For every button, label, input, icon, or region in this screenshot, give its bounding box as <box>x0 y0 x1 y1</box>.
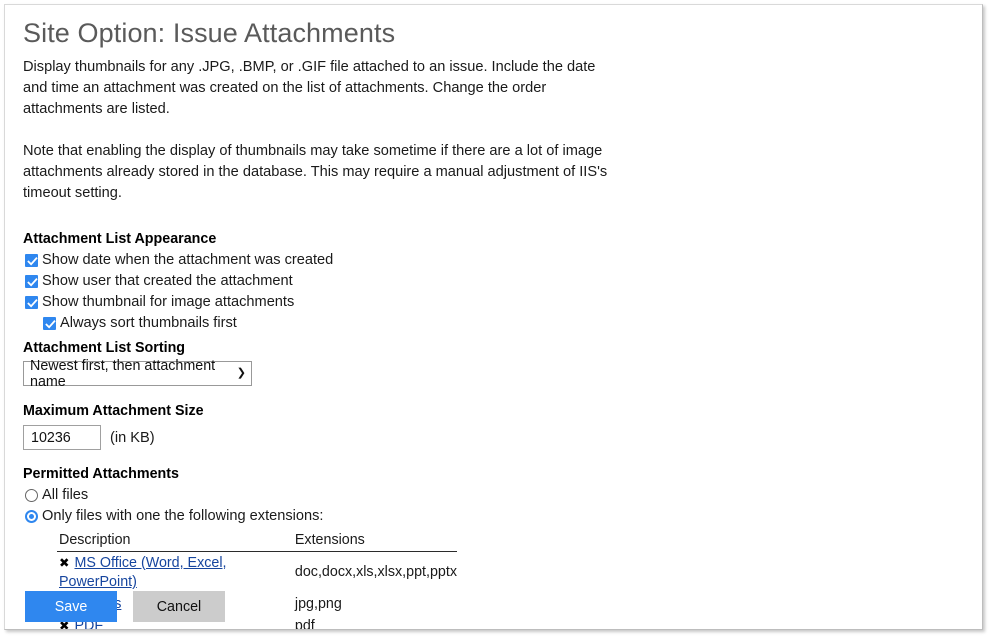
section-heading-max-size: Maximum Attachment Size <box>23 403 204 419</box>
cancel-button[interactable]: Cancel <box>133 591 225 622</box>
dialog-window: Site Option: Issue Attachments Display t… <box>4 4 983 630</box>
save-button[interactable]: Save <box>25 591 117 622</box>
dialog-content: Site Option: Issue Attachments Display t… <box>21 17 972 629</box>
checkbox-row-show-date[interactable]: Show date when the attachment was create… <box>25 251 972 269</box>
check-icon <box>45 319 56 329</box>
max-size-unit-label: (in KB) <box>110 429 155 446</box>
attachment-sort-selected-value: Newest first, then attachment name <box>30 357 216 390</box>
extension-list-value: jpg,png <box>294 595 342 612</box>
table-row: ✖ MS Office (Word, Excel, PowerPoint) doc… <box>57 552 457 594</box>
section-heading-appearance: Attachment List Appearance <box>23 231 217 247</box>
intro-paragraph-1: Display thumbnails for any .JPG, .BMP, o… <box>23 59 596 117</box>
checkbox-row-sort-thumbnails-first[interactable]: Always sort thumbnails first <box>43 314 972 332</box>
attachment-sort-select[interactable]: Newest first, then attachment name ❯ <box>23 358 252 390</box>
radio-row-all-files[interactable]: All files <box>25 486 972 504</box>
section-heading-sorting: Attachment List Sorting <box>23 340 186 356</box>
button-bar: Save Cancel <box>25 591 225 622</box>
extension-group-link[interactable]: MS Office (Word, Excel, PowerPoint) <box>59 555 227 590</box>
extension-list-value: pdf <box>294 617 315 630</box>
radio-all-files[interactable] <box>25 488 38 502</box>
checkbox-label-show-date: Show date when the attachment was create… <box>42 252 334 268</box>
radio-row-only-extensions[interactable]: Only files with one the following extens… <box>25 507 972 525</box>
intro-paragraph-2: Note that enabling the display of thumbn… <box>23 143 608 201</box>
section-heading-permitted: Permitted Attachments <box>23 466 179 482</box>
check-icon <box>27 277 38 287</box>
radio-label-all-files: All files <box>42 487 89 503</box>
page-title: Site Option: Issue Attachments <box>23 18 396 48</box>
column-header-description: Description <box>57 532 289 552</box>
radio-label-only-extensions: Only files with one the following extens… <box>42 508 324 524</box>
checkbox-label-sort-thumbnails-first: Always sort thumbnails first <box>60 315 237 331</box>
checkbox-sort-thumbnails-first[interactable] <box>43 316 56 330</box>
max-attachment-size-input[interactable] <box>23 425 101 450</box>
chevron-down-icon: ❯ <box>236 367 246 379</box>
check-icon <box>27 298 38 308</box>
extension-list-value: doc,docx,xls,xlsx,ppt,pptx <box>294 564 457 580</box>
delete-row-icon[interactable]: ✖ <box>59 555 69 570</box>
max-size-row: (in KB) <box>23 425 972 450</box>
checkbox-label-show-user: Show user that created the attachment <box>42 273 293 289</box>
column-header-extensions: Extensions <box>288 532 457 552</box>
checkbox-label-show-thumbnail: Show thumbnail for image attachments <box>42 294 295 310</box>
checkbox-row-show-thumbnail[interactable]: Show thumbnail for image attachments <box>25 293 972 311</box>
radio-only-extensions[interactable] <box>25 509 38 523</box>
check-icon <box>27 256 38 266</box>
checkbox-show-date[interactable] <box>25 253 38 267</box>
table-header-row: Description Extensions <box>57 532 457 552</box>
checkbox-row-show-user[interactable]: Show user that created the attachment <box>25 272 972 290</box>
checkbox-show-thumbnail[interactable] <box>25 295 38 309</box>
checkbox-show-user[interactable] <box>25 274 38 288</box>
